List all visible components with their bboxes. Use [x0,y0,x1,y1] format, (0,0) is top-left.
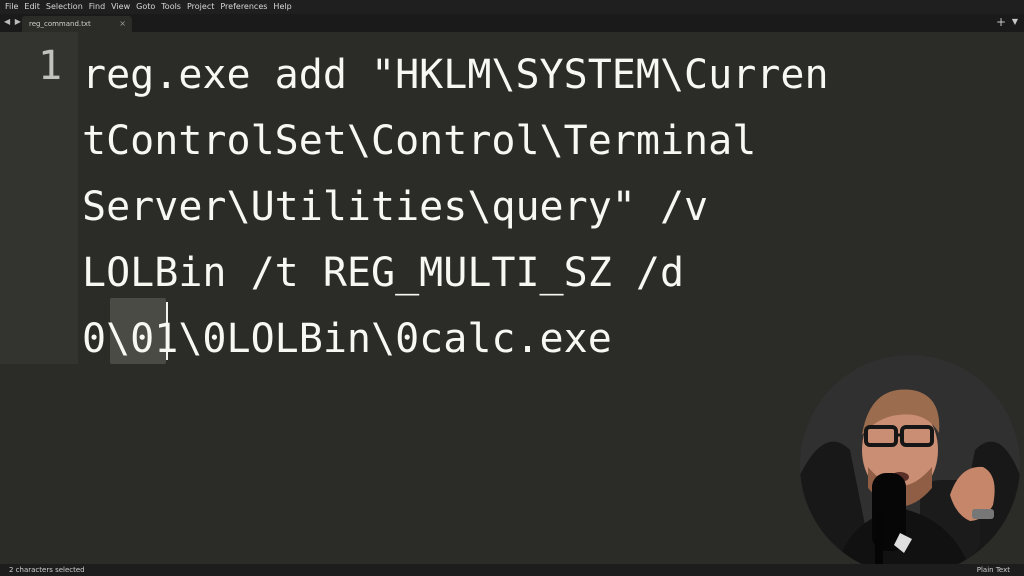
menu-edit[interactable]: Edit [23,0,45,14]
menu-help[interactable]: Help [272,0,296,14]
menu-file[interactable]: File [4,0,23,14]
chevron-down-icon[interactable]: ▼ [1012,17,1018,26]
line-number: 1 [38,43,63,89]
menu-view[interactable]: View [110,0,135,14]
code-line: reg.exe add "HKLM\SYSTEM\Curren [82,52,829,98]
menu-preferences[interactable]: Preferences [219,0,272,14]
status-bar: 2 characters selected Plain Text [0,564,1024,576]
code-line: LOLBin /t REG_MULTI_SZ /d [82,250,685,296]
code-editor-text[interactable]: reg.exe add "HKLM\SYSTEM\Curren tControl… [82,42,829,372]
tab-navigation-arrows-icon[interactable]: ◀ ▶ [4,17,22,26]
syntax-selector[interactable]: Plain Text [977,564,1010,576]
menu-tools[interactable]: Tools [160,0,186,14]
close-icon[interactable]: × [119,16,126,32]
selection-status: 2 characters selected [9,566,85,574]
code-line: Server\Utilities\query" /v [82,184,709,230]
new-tab-icon[interactable]: + [996,15,1006,29]
menu-project[interactable]: Project [186,0,219,14]
code-line: 0\01\0LOLBin\0calc.exe [82,316,612,362]
code-line: tControlSet\Control\Terminal [82,118,757,164]
menu-goto[interactable]: Goto [135,0,160,14]
menu-bar: File Edit Selection Find View Goto Tools… [0,0,1024,14]
tab-reg-command[interactable]: reg_command.txt × [22,16,132,32]
menu-find[interactable]: Find [88,0,110,14]
menu-selection[interactable]: Selection [45,0,88,14]
tab-bar: ◀ ▶ reg_command.txt × + ▼ [0,14,1024,32]
tab-label: reg_command.txt [29,20,91,28]
presenter-webcam-icon [800,355,1020,575]
